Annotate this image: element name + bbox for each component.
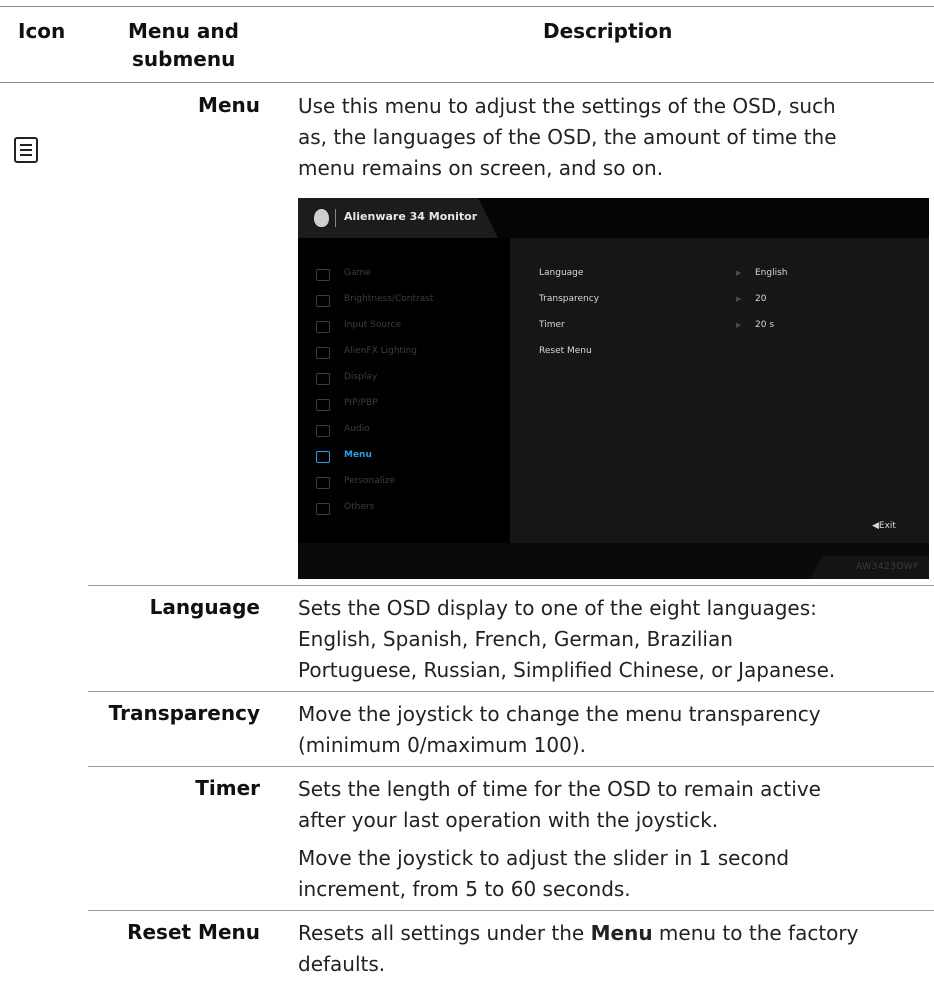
osd-title: Alienware 34 Monitor — [344, 210, 478, 223]
osd-option-language[interactable]: Language — [539, 268, 583, 278]
header-top-rule — [0, 6, 934, 7]
row-timer-desc-1: Sets the length of time for the OSD to r… — [298, 777, 821, 801]
pip-icon — [316, 399, 330, 411]
star-icon — [316, 477, 330, 489]
row-menu-name: Menu — [198, 93, 260, 117]
row-language-desc-3: Portuguese, Russian, Simplified Chinese,… — [298, 658, 836, 682]
osd-option-reset-menu[interactable]: Reset Menu — [539, 346, 592, 356]
alienware-logo-icon — [314, 209, 329, 227]
osd-option-transparency-value: 20 — [755, 294, 767, 304]
fx-icon — [316, 347, 330, 359]
row-menu-desc-1: Use this menu to adjust the settings of … — [298, 94, 836, 118]
osd-model: AW3423DWF — [856, 562, 919, 572]
row-reset-menu-name: Reset Menu — [127, 920, 260, 944]
row-reset-menu-desc-1: Resets all settings under the Menu menu … — [298, 921, 859, 945]
row-language-desc-2: English, Spanish, French, German, Brazil… — [298, 627, 733, 651]
osd-exit-button[interactable]: ◀Exit — [872, 521, 896, 531]
row-divider — [88, 691, 934, 692]
row-language-name: Language — [149, 595, 260, 619]
row-menu-desc-3: menu remains on screen, and so on. — [298, 156, 664, 180]
header-bottom-rule — [0, 82, 934, 83]
row-transparency-desc-1: Move the joystick to change the menu tra… — [298, 702, 821, 726]
row-transparency-desc-2: (minimum 0/maximum 100). — [298, 733, 586, 757]
row-language-desc-1: Sets the OSD display to one of the eight… — [298, 596, 817, 620]
osd-option-language-value: English — [755, 268, 788, 278]
row-timer-desc-2: after your last operation with the joyst… — [298, 808, 719, 832]
header-description: Description — [543, 19, 673, 43]
speaker-icon — [316, 425, 330, 437]
row-timer-name: Timer — [195, 776, 260, 800]
row-divider — [88, 585, 934, 586]
play-arrow-icon: ▶ — [736, 269, 742, 277]
osd-option-timer-value: 20 s — [755, 320, 775, 330]
osd-title-separator — [335, 209, 336, 227]
osd-option-timer[interactable]: Timer — [539, 320, 565, 330]
header-menu-line1: Menu and — [128, 19, 239, 43]
gamepad-icon — [316, 269, 330, 281]
row-divider — [88, 910, 934, 911]
osd-nav-panel — [298, 238, 510, 543]
header-menu-line2: submenu — [132, 47, 236, 71]
brightness-icon — [316, 295, 330, 307]
display-icon — [316, 373, 330, 385]
menu-reference: Menu — [590, 921, 653, 945]
row-menu-desc-2: as, the languages of the OSD, the amount… — [298, 125, 837, 149]
menu-list-icon — [14, 137, 38, 163]
osd-options-panel — [510, 238, 929, 543]
row-divider — [88, 766, 934, 767]
input-source-icon — [316, 321, 330, 333]
menu-list-icon — [316, 451, 330, 463]
others-icon — [316, 503, 330, 515]
osd-option-transparency[interactable]: Transparency — [539, 294, 599, 304]
play-arrow-icon: ▶ — [736, 295, 742, 303]
row-timer-desc-4: increment, from 5 to 60 seconds. — [298, 877, 631, 901]
osd-screenshot: Alienware 34 Monitor AW3423DWF Game Brig… — [298, 198, 929, 579]
header-icon: Icon — [18, 19, 66, 43]
row-timer-desc-3: Move the joystick to adjust the slider i… — [298, 846, 790, 870]
row-reset-menu-desc-2: defaults. — [298, 952, 386, 976]
play-arrow-icon: ▶ — [736, 321, 742, 329]
row-transparency-name: Transparency — [108, 701, 260, 725]
